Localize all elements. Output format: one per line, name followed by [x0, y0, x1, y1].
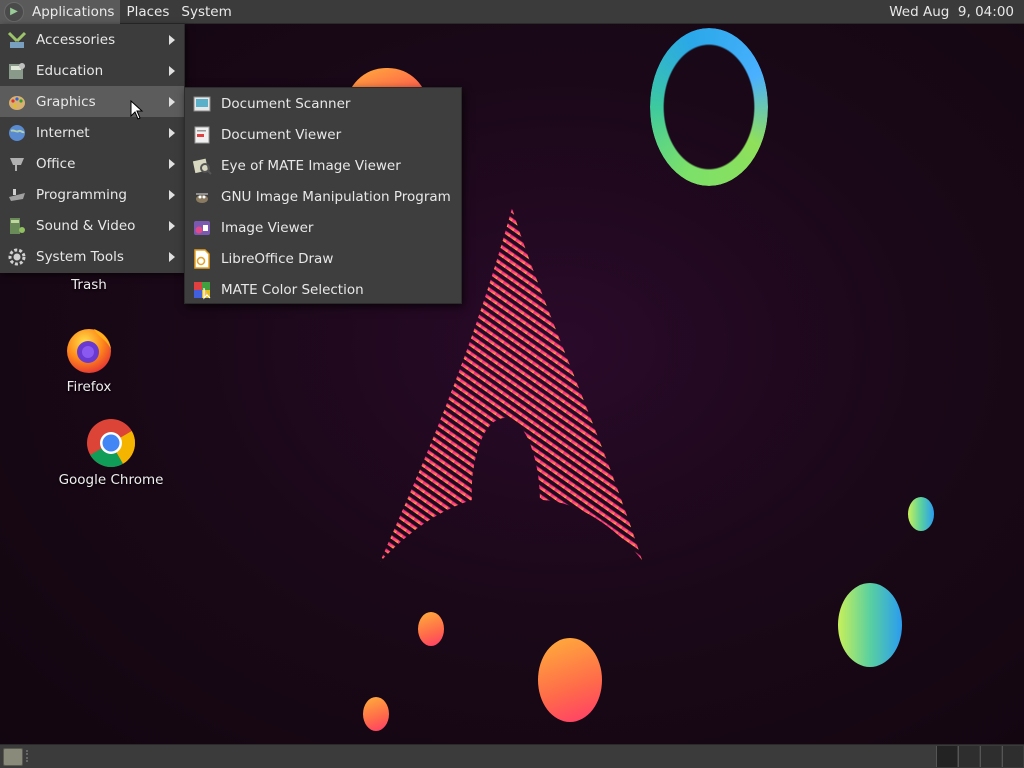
menu-item-label: Document Viewer	[221, 126, 342, 143]
workspace-switcher-1[interactable]	[936, 746, 957, 767]
menu-item-education[interactable]: Education	[0, 55, 184, 86]
applications-menu-label: Applications	[32, 3, 115, 20]
menu-item-label: LibreOffice Draw	[221, 250, 334, 267]
submenu-arrow-icon	[169, 190, 175, 200]
menu-item-label: GNU Image Manipulation Program	[221, 188, 451, 205]
menu-item-accessories[interactable]: Accessories	[0, 24, 184, 55]
libreoffice-draw-icon	[191, 248, 213, 270]
gimp-icon	[191, 186, 213, 208]
menu-item-label: Accessories	[36, 31, 116, 48]
office-icon	[6, 153, 28, 175]
accessories-icon	[6, 29, 28, 51]
mate-logo-icon: ▶	[4, 1, 24, 22]
decorative-ring	[650, 28, 768, 186]
submenu-arrow-icon	[169, 252, 175, 262]
menu-item-label: Office	[36, 155, 76, 172]
menu-item-office[interactable]: Office	[0, 148, 184, 179]
education-icon	[6, 60, 28, 82]
graphics-submenu: Document Scanner Document Viewer Eye of …	[184, 87, 462, 304]
menu-item-internet[interactable]: Internet	[0, 117, 184, 148]
clock[interactable]: Wed Aug 9, 04:00	[883, 0, 1020, 24]
decorative-orange-circle	[418, 612, 444, 646]
internet-icon	[6, 122, 28, 144]
places-menu-button[interactable]: Places	[120, 0, 175, 24]
submenu-arrow-icon	[169, 35, 175, 45]
menu-item-label: Eye of MATE Image Viewer	[221, 157, 401, 174]
menu-item-gimp[interactable]: GNU Image Manipulation Program	[185, 181, 461, 212]
menu-item-label: Programming	[36, 186, 127, 203]
desktop-icon-google-chrome[interactable]: Google Chrome	[56, 418, 166, 488]
menu-item-label: Internet	[36, 124, 90, 141]
bottom-panel	[0, 744, 1024, 768]
desktop-icon-label: Google Chrome	[58, 472, 164, 488]
panel-drag-handle[interactable]	[26, 750, 32, 762]
menu-item-mate-color-selection[interactable]: MATE Color Selection	[185, 274, 461, 305]
decorative-small-circle	[908, 497, 934, 531]
menu-item-system-tools[interactable]: System Tools	[0, 241, 184, 272]
menu-item-label: Education	[36, 62, 104, 79]
submenu-arrow-icon	[169, 66, 175, 76]
document-viewer-icon	[191, 124, 213, 146]
menu-item-label: Document Scanner	[221, 95, 351, 112]
decorative-large-circle	[838, 583, 902, 667]
applications-dropdown: Accessories Education Graphics Internet …	[0, 24, 185, 273]
graphics-icon	[6, 91, 28, 113]
applications-menu-button[interactable]: ▶ Applications	[0, 0, 121, 24]
menu-item-document-scanner[interactable]: Document Scanner	[185, 88, 461, 119]
menu-item-label: Image Viewer	[221, 219, 314, 236]
scanner-icon	[191, 93, 213, 115]
workspace-switcher-3[interactable]	[980, 746, 1001, 767]
desktop-icon-label: Trash	[71, 277, 107, 293]
image-viewer-icon	[191, 217, 213, 239]
workspace-switcher-4[interactable]	[1002, 746, 1023, 767]
menu-item-image-viewer[interactable]: Image Viewer	[185, 212, 461, 243]
submenu-arrow-icon	[169, 159, 175, 169]
submenu-arrow-icon	[169, 97, 175, 107]
mouse-cursor-icon	[130, 100, 144, 120]
show-desktop-icon[interactable]	[3, 748, 23, 766]
menu-item-sound-video[interactable]: Sound & Video	[0, 210, 184, 241]
system-menu-button[interactable]: System	[175, 0, 237, 24]
menu-item-document-viewer[interactable]: Document Viewer	[185, 119, 461, 150]
menu-item-label: MATE Color Selection	[221, 281, 364, 298]
menu-item-graphics[interactable]: Graphics	[0, 86, 184, 117]
menu-item-libreoffice-draw[interactable]: LibreOffice Draw	[185, 243, 461, 274]
sound-video-icon	[6, 215, 28, 237]
desktop-icon-label: Firefox	[66, 379, 112, 395]
top-panel: ▶ Applications Places System Wed Aug 9, …	[0, 0, 1024, 24]
chrome-icon	[87, 419, 136, 468]
system-tools-icon	[6, 246, 28, 268]
menu-item-label: System Tools	[36, 248, 124, 265]
firefox-icon	[67, 329, 111, 373]
submenu-arrow-icon	[169, 221, 175, 231]
menu-item-eye-of-mate[interactable]: Eye of MATE Image Viewer	[185, 150, 461, 181]
decorative-orange-circle	[363, 697, 389, 731]
eye-of-mate-icon	[191, 155, 213, 177]
desktop-icon-firefox[interactable]: Firefox	[34, 325, 144, 395]
programming-icon	[6, 184, 28, 206]
menu-item-programming[interactable]: Programming	[0, 179, 184, 210]
menu-item-label: Sound & Video	[36, 217, 136, 234]
menu-item-label: Graphics	[36, 93, 96, 110]
desktop-icon-trash[interactable]: Trash	[34, 277, 144, 293]
decorative-orange-circle	[538, 638, 602, 722]
color-selection-icon	[191, 279, 213, 301]
submenu-arrow-icon	[169, 128, 175, 138]
workspace-switcher-2[interactable]	[958, 746, 979, 767]
